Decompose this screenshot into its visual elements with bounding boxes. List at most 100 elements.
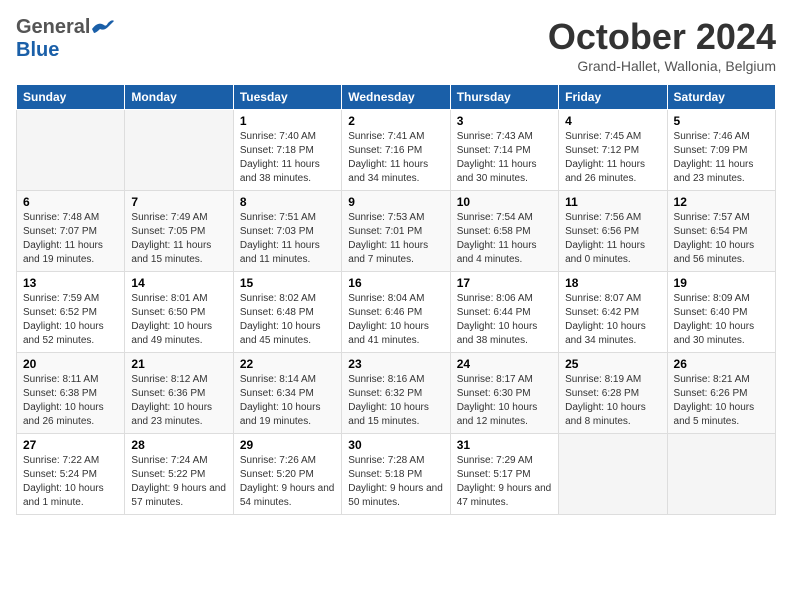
day-info: Sunrise: 7:51 AMSunset: 7:03 PMDaylight:… xyxy=(240,211,335,267)
day-number: 12 xyxy=(674,195,769,209)
title-section: October 2024 Grand-Hallet, Wallonia, Bel… xyxy=(548,16,776,74)
day-number: 3 xyxy=(457,114,552,128)
day-number: 27 xyxy=(23,438,118,452)
day-info: Sunrise: 7:22 AMSunset: 5:24 PMDaylight:… xyxy=(23,454,118,510)
weekday-header-sunday: Sunday xyxy=(17,85,125,110)
day-number: 29 xyxy=(240,438,335,452)
day-number: 19 xyxy=(674,276,769,290)
day-number: 22 xyxy=(240,357,335,371)
day-number: 14 xyxy=(131,276,226,290)
day-info: Sunrise: 8:11 AMSunset: 6:38 PMDaylight:… xyxy=(23,373,118,429)
calendar-table: SundayMondayTuesdayWednesdayThursdayFrid… xyxy=(16,84,776,515)
day-number: 28 xyxy=(131,438,226,452)
calendar-cell: 26 Sunrise: 8:21 AMSunset: 6:26 PMDayligh… xyxy=(667,353,775,434)
day-info: Sunrise: 8:07 AMSunset: 6:42 PMDaylight:… xyxy=(565,292,660,348)
calendar-cell: 11 Sunrise: 7:56 AMSunset: 6:56 PMDayligh… xyxy=(559,191,667,272)
calendar-cell xyxy=(667,434,775,515)
day-number: 26 xyxy=(674,357,769,371)
day-info: Sunrise: 7:57 AMSunset: 6:54 PMDaylight:… xyxy=(674,211,769,267)
day-info: Sunrise: 7:49 AMSunset: 7:05 PMDaylight:… xyxy=(131,211,226,267)
calendar-header-row: SundayMondayTuesdayWednesdayThursdayFrid… xyxy=(17,85,776,110)
day-number: 11 xyxy=(565,195,660,209)
day-info: Sunrise: 8:06 AMSunset: 6:44 PMDaylight:… xyxy=(457,292,552,348)
calendar-body: 1Sunrise: 7:40 AMSunset: 7:18 PMDaylight… xyxy=(17,110,776,515)
day-info: Sunrise: 7:41 AMSunset: 7:16 PMDaylight:… xyxy=(348,130,443,186)
weekday-header-saturday: Saturday xyxy=(667,85,775,110)
day-info: Sunrise: 8:14 AMSunset: 6:34 PMDaylight:… xyxy=(240,373,335,429)
day-number: 17 xyxy=(457,276,552,290)
calendar-cell xyxy=(17,110,125,191)
day-info: Sunrise: 8:12 AMSunset: 6:36 PMDaylight:… xyxy=(131,373,226,429)
day-number: 6 xyxy=(23,195,118,209)
day-number: 7 xyxy=(131,195,226,209)
calendar-cell: 8 Sunrise: 7:51 AMSunset: 7:03 PMDaylight… xyxy=(233,191,341,272)
day-number: 25 xyxy=(565,357,660,371)
calendar-cell: 2 Sunrise: 7:41 AMSunset: 7:16 PMDaylight… xyxy=(342,110,450,191)
logo-part2: Blue xyxy=(16,39,59,61)
day-info: Sunrise: 7:56 AMSunset: 6:56 PMDaylight:… xyxy=(565,211,660,267)
day-info: Sunrise: 8:21 AMSunset: 6:26 PMDaylight:… xyxy=(674,373,769,429)
calendar-week-1: 1Sunrise: 7:40 AMSunset: 7:18 PMDaylight… xyxy=(17,110,776,191)
day-info: Sunrise: 7:28 AMSunset: 5:18 PMDaylight:… xyxy=(348,454,443,510)
calendar-cell: 28 Sunrise: 7:24 AMSunset: 5:22 PMDayligh… xyxy=(125,434,233,515)
calendar-cell: 7 Sunrise: 7:49 AMSunset: 7:05 PMDaylight… xyxy=(125,191,233,272)
weekday-header-wednesday: Wednesday xyxy=(342,85,450,110)
calendar-cell: 13Sunrise: 7:59 AMSunset: 6:52 PMDayligh… xyxy=(17,272,125,353)
day-number: 16 xyxy=(348,276,443,290)
calendar-week-5: 27 Sunrise: 7:22 AMSunset: 5:24 PMDayligh… xyxy=(17,434,776,515)
calendar-cell: 25Sunrise: 8:19 AMSunset: 6:28 PMDayligh… xyxy=(559,353,667,434)
day-number: 2 xyxy=(348,114,443,128)
calendar-cell: 3Sunrise: 7:43 AMSunset: 7:14 PMDaylight… xyxy=(450,110,558,191)
calendar-cell: 18Sunrise: 8:07 AMSunset: 6:42 PMDayligh… xyxy=(559,272,667,353)
calendar-cell: 9Sunrise: 7:53 AMSunset: 7:01 PMDaylight… xyxy=(342,191,450,272)
day-info: Sunrise: 8:16 AMSunset: 6:32 PMDaylight:… xyxy=(348,373,443,429)
day-info: Sunrise: 7:59 AMSunset: 6:52 PMDaylight:… xyxy=(23,292,118,348)
calendar-week-2: 6 Sunrise: 7:48 AMSunset: 7:07 PMDaylight… xyxy=(17,191,776,272)
day-info: Sunrise: 7:48 AMSunset: 7:07 PMDaylight:… xyxy=(23,211,118,267)
calendar-cell: 10Sunrise: 7:54 AMSunset: 6:58 PMDayligh… xyxy=(450,191,558,272)
day-info: Sunrise: 8:01 AMSunset: 6:50 PMDaylight:… xyxy=(131,292,226,348)
day-number: 30 xyxy=(348,438,443,452)
day-number: 8 xyxy=(240,195,335,209)
day-info: Sunrise: 8:17 AMSunset: 6:30 PMDaylight:… xyxy=(457,373,552,429)
day-info: Sunrise: 7:53 AMSunset: 7:01 PMDaylight:… xyxy=(348,211,443,267)
calendar-cell: 4 Sunrise: 7:45 AMSunset: 7:12 PMDaylight… xyxy=(559,110,667,191)
calendar-cell: 21Sunrise: 8:12 AMSunset: 6:36 PMDayligh… xyxy=(125,353,233,434)
calendar-cell: 16 Sunrise: 8:04 AMSunset: 6:46 PMDayligh… xyxy=(342,272,450,353)
logo: General Blue xyxy=(16,16,114,62)
calendar-cell: 12 Sunrise: 7:57 AMSunset: 6:54 PMDayligh… xyxy=(667,191,775,272)
calendar-cell: 19Sunrise: 8:09 AMSunset: 6:40 PMDayligh… xyxy=(667,272,775,353)
day-number: 23 xyxy=(348,357,443,371)
calendar-cell: 17 Sunrise: 8:06 AMSunset: 6:44 PMDayligh… xyxy=(450,272,558,353)
calendar-cell: 20 Sunrise: 8:11 AMSunset: 6:38 PMDayligh… xyxy=(17,353,125,434)
calendar-cell xyxy=(559,434,667,515)
weekday-header-friday: Friday xyxy=(559,85,667,110)
day-number: 24 xyxy=(457,357,552,371)
day-info: Sunrise: 7:29 AMSunset: 5:17 PMDaylight:… xyxy=(457,454,552,510)
page-header: General Blue October 2024 Grand-Hallet, … xyxy=(16,16,776,74)
day-number: 4 xyxy=(565,114,660,128)
day-number: 1 xyxy=(240,114,335,128)
day-number: 5 xyxy=(674,114,769,128)
day-info: Sunrise: 7:26 AMSunset: 5:20 PMDaylight:… xyxy=(240,454,335,510)
calendar-cell xyxy=(125,110,233,191)
calendar-cell: 22 Sunrise: 8:14 AMSunset: 6:34 PMDayligh… xyxy=(233,353,341,434)
day-info: Sunrise: 7:46 AMSunset: 7:09 PMDaylight:… xyxy=(674,130,769,186)
calendar-cell: 31 Sunrise: 7:29 AMSunset: 5:17 PMDayligh… xyxy=(450,434,558,515)
day-number: 10 xyxy=(457,195,552,209)
calendar-week-4: 20 Sunrise: 8:11 AMSunset: 6:38 PMDayligh… xyxy=(17,353,776,434)
day-info: Sunrise: 7:45 AMSunset: 7:12 PMDaylight:… xyxy=(565,130,660,186)
weekday-header-thursday: Thursday xyxy=(450,85,558,110)
weekday-header-monday: Monday xyxy=(125,85,233,110)
day-number: 31 xyxy=(457,438,552,452)
day-number: 20 xyxy=(23,357,118,371)
calendar-cell: 27 Sunrise: 7:22 AMSunset: 5:24 PMDayligh… xyxy=(17,434,125,515)
day-info: Sunrise: 8:02 AMSunset: 6:48 PMDaylight:… xyxy=(240,292,335,348)
calendar-cell: 1Sunrise: 7:40 AMSunset: 7:18 PMDaylight… xyxy=(233,110,341,191)
calendar-cell: 29 Sunrise: 7:26 AMSunset: 5:20 PMDayligh… xyxy=(233,434,341,515)
day-info: Sunrise: 7:24 AMSunset: 5:22 PMDaylight:… xyxy=(131,454,226,510)
calendar-cell: 6 Sunrise: 7:48 AMSunset: 7:07 PMDaylight… xyxy=(17,191,125,272)
day-info: Sunrise: 8:04 AMSunset: 6:46 PMDaylight:… xyxy=(348,292,443,348)
calendar-cell: 15Sunrise: 8:02 AMSunset: 6:48 PMDayligh… xyxy=(233,272,341,353)
logo-bird-icon xyxy=(90,19,114,37)
